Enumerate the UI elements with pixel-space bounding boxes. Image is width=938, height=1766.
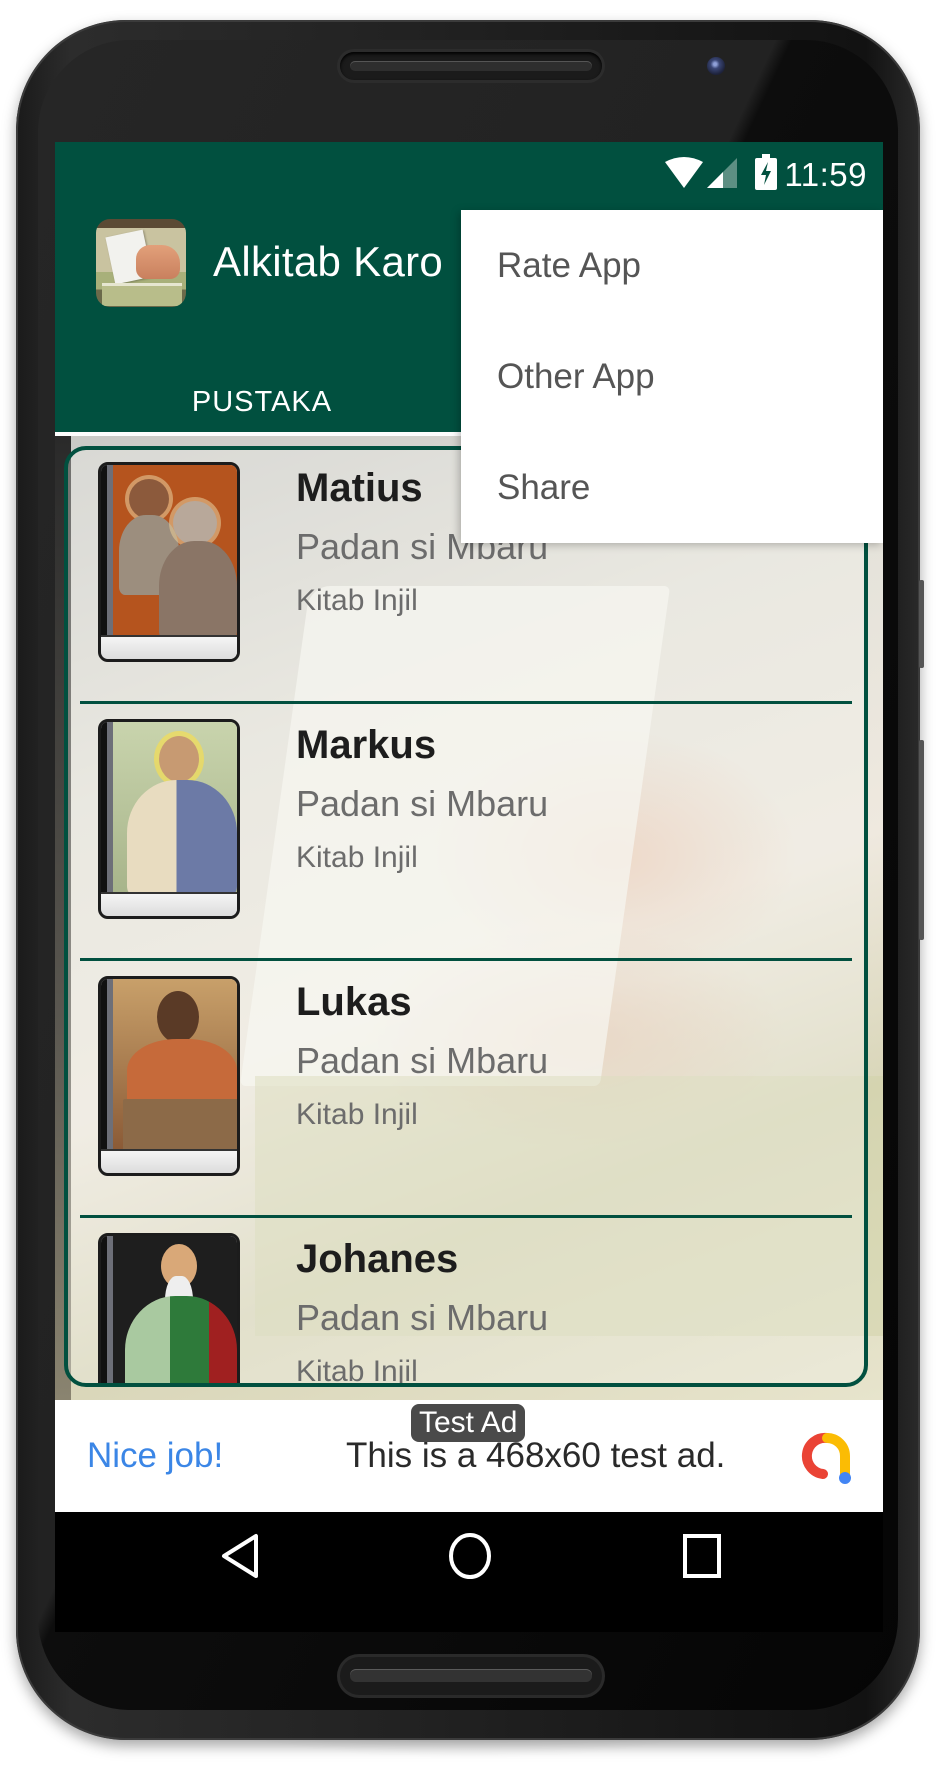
book-subtitle: Padan si Mbaru: [296, 1297, 549, 1338]
home-button-icon[interactable]: [447, 1532, 493, 1585]
content-area: Matius Padan si Mbaru Kitab Injil Markus…: [55, 436, 883, 1400]
list-item-lukas[interactable]: Lukas Padan si Mbaru Kitab Injil: [68, 964, 864, 1218]
book-category: Kitab Injil: [296, 1098, 418, 1131]
book-cover-matius: [98, 462, 240, 662]
book-title: Matius: [296, 466, 423, 510]
bottom-speaker: [340, 1657, 602, 1695]
menu-item-share[interactable]: Share: [461, 432, 883, 543]
power-button: [919, 740, 924, 940]
list-item-johanes[interactable]: Johanes Padan si Mbaru Kitab Injil: [68, 1221, 864, 1387]
status-bar: 11:59: [55, 142, 883, 210]
front-camera: [707, 57, 725, 75]
book-cover-johanes: [98, 1233, 240, 1383]
volume-button: [919, 580, 924, 668]
overflow-menu: Rate App Other App Share: [461, 210, 883, 543]
book-subtitle: Padan si Mbaru: [296, 1040, 549, 1081]
app-logo-icon: [96, 219, 186, 307]
wifi-icon: [665, 156, 703, 195]
list-item-markus[interactable]: Markus Padan si Mbaru Kitab Injil: [68, 707, 864, 961]
book-cover-lukas: [98, 976, 240, 1176]
menu-item-rate-app[interactable]: Rate App: [461, 210, 883, 321]
battery-charging-icon: [755, 154, 777, 195]
book-list: Matius Padan si Mbaru Kitab Injil Markus…: [64, 446, 868, 1387]
app-title: Alkitab Karo: [213, 238, 444, 285]
book-cover-markus: [98, 719, 240, 919]
list-divider: [80, 701, 852, 704]
book-subtitle: Padan si Mbaru: [296, 783, 549, 824]
screen: 11:59 Alkitab Karo PUSTAKA Matius Padan …: [55, 142, 883, 1512]
book-title: Lukas: [296, 980, 412, 1024]
cell-signal-icon: [705, 156, 737, 195]
ad-headline: Nice job!: [87, 1436, 224, 1475]
book-category: Kitab Injil: [296, 1355, 418, 1387]
earpiece-speaker: [340, 52, 602, 80]
admob-logo-icon: [801, 1430, 853, 1491]
book-category: Kitab Injil: [296, 584, 418, 617]
menu-item-other-app[interactable]: Other App: [461, 321, 883, 432]
ad-text: This is a 468x60 test ad.: [346, 1436, 726, 1475]
book-title: Johanes: [296, 1237, 459, 1281]
list-divider: [80, 1215, 852, 1218]
recents-button-icon[interactable]: [682, 1532, 722, 1585]
back-button-icon[interactable]: [220, 1532, 260, 1585]
status-time: 11:59: [784, 156, 867, 193]
ad-banner[interactable]: Nice job! This is a 468x60 test ad. Test…: [55, 1400, 883, 1512]
list-divider: [80, 958, 852, 961]
book-title: Markus: [296, 723, 437, 767]
test-ad-badge: Test Ad: [411, 1404, 526, 1442]
navigation-bar: [55, 1512, 883, 1632]
tab-pustaka[interactable]: PUSTAKA: [55, 386, 469, 419]
book-category: Kitab Injil: [296, 841, 418, 874]
